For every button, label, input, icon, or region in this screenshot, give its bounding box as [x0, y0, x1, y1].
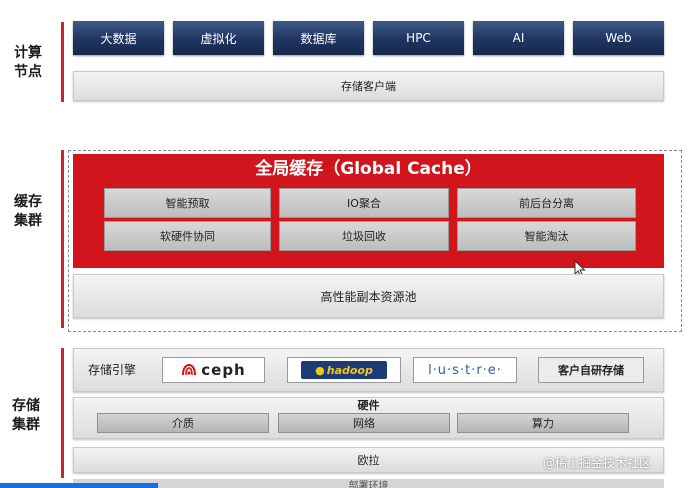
engine-hadoop-text: hadoop: [326, 363, 373, 377]
engine-custom-text: 客户自研存储: [558, 364, 624, 377]
hardware-cell-compute: 算力: [457, 413, 629, 433]
storage-engine-label: 存储引擎: [88, 363, 137, 377]
cache-cell-prefetch: 智能预取: [104, 188, 271, 218]
global-cache-title: 全局缓存（Global Cache）: [255, 159, 482, 179]
cut-off-text: 部署环境: [348, 481, 389, 488]
engine-hadoop: ● hadoop: [287, 357, 401, 383]
cache-cell-fg-bg-separation: 前后台分离: [457, 188, 636, 218]
hardware-cell-media: 介质: [97, 413, 269, 433]
hardware-cell-network: 网络: [278, 413, 450, 433]
tile-database: 数据库: [273, 21, 364, 55]
cache-divider: [61, 150, 64, 328]
cache-cluster-label: 缓存 集群: [14, 194, 42, 229]
cache-cell-hw-sw-coop: 软硬件协同: [104, 221, 271, 251]
engine-lustre-text: l·u·s·t·r·e·: [428, 362, 502, 378]
storage-cluster-label: 存储 集群: [12, 398, 40, 433]
cache-cell-io-aggregation: IO聚合: [279, 188, 449, 218]
blue-progress-strip: [0, 483, 158, 488]
engine-custom: 客户自研存储: [538, 357, 644, 383]
compute-divider: [61, 22, 64, 102]
storage-client-bar: 存储客户端: [73, 71, 664, 101]
hadoop-elephant-icon: ●: [315, 363, 325, 377]
engine-ceph-text: ceph: [201, 361, 246, 379]
engine-ceph: ceph: [162, 357, 265, 383]
cache-cell-garbage-collection: 垃圾回收: [279, 221, 449, 251]
engine-lustre: l·u·s·t·r·e·: [413, 357, 517, 383]
compute-nodes-label: 计算 节点: [14, 45, 42, 80]
tile-bigdata: 大数据: [73, 21, 164, 55]
hadoop-logo-badge: ● hadoop: [301, 361, 387, 379]
tile-hpc: HPC: [373, 21, 464, 55]
tile-ai: AI: [473, 21, 564, 55]
cache-cell-smart-eviction: 智能淘汰: [457, 221, 636, 251]
tile-web: Web: [573, 21, 664, 55]
hardware-title: 硬件: [357, 399, 380, 412]
tile-virtualization: 虚拟化: [173, 21, 264, 55]
storage-divider: [61, 348, 64, 478]
replica-pool-bar: 高性能副本资源池: [73, 274, 664, 318]
cut-off-row: 部署环境: [73, 479, 664, 488]
watermark: @稀土掘金技术社区: [543, 456, 652, 470]
ceph-logo-icon: [182, 363, 197, 376]
